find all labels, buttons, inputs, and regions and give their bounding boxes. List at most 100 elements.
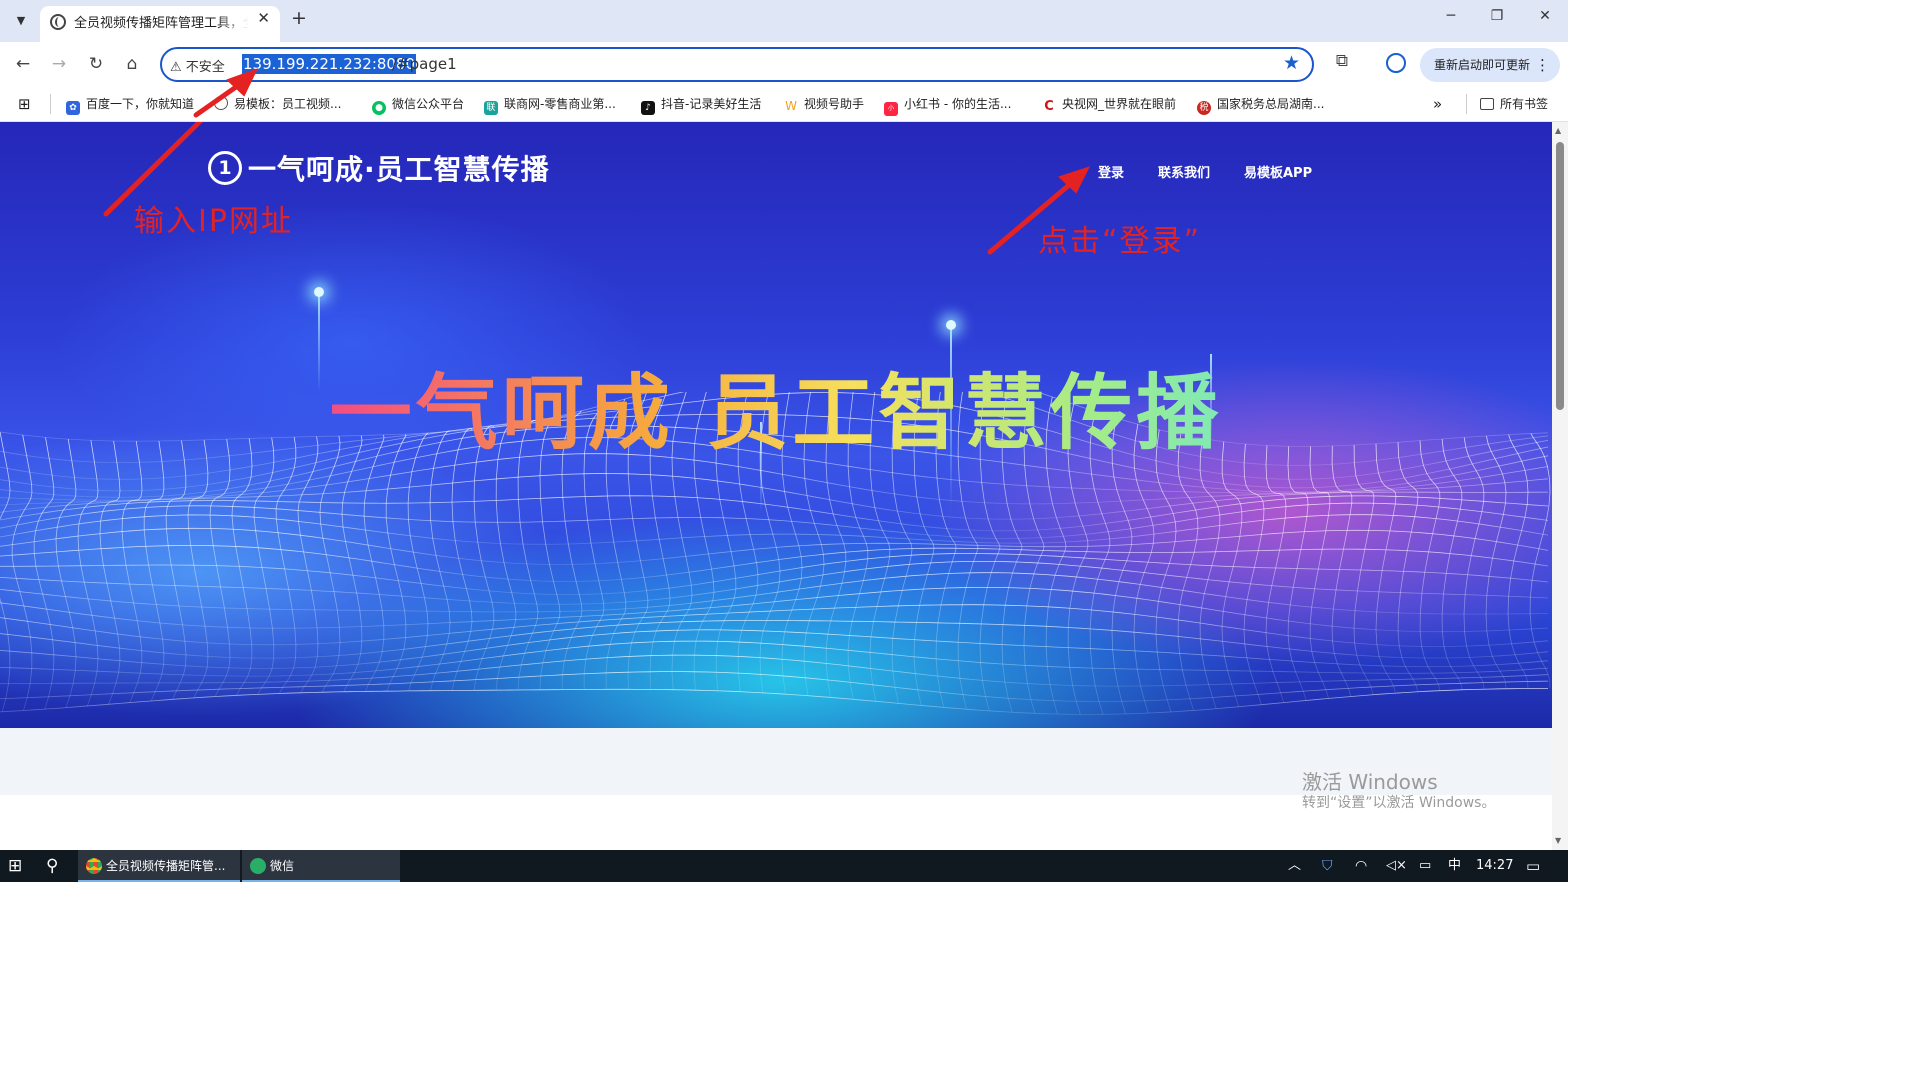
tab-search-chevron-down-icon[interactable]: ▼: [8, 8, 34, 32]
bookmark-item[interactable]: 联联商网-零售商业第...: [484, 94, 616, 115]
mesh-line: [1529, 433, 1551, 689]
bookmark-item[interactable]: ● 微信公众平台: [372, 94, 464, 115]
taskbar-chrome-label: 全员视频传播矩阵管...: [106, 859, 226, 873]
bookmark-item[interactable]: 小小红书 - 你的生活...: [884, 94, 1011, 116]
security-shield-icon[interactable]: ⛉: [1322, 850, 1333, 882]
minimize-button[interactable]: ─: [1436, 8, 1466, 32]
baidu-paw-icon: ✿: [66, 101, 80, 115]
globe-icon: [214, 96, 228, 110]
bookmark-item[interactable]: ♪ 抖音-记录美好生活: [641, 94, 761, 115]
mesh-line: [0, 587, 1549, 633]
browser-toolbar: ← → ↻ ⌂ ⚠ 不安全 139.199.221.232:8080 /#pag…: [0, 42, 1568, 88]
mesh-line: [1287, 446, 1309, 701]
mesh-line: [0, 629, 1549, 669]
annotation-enter-ip: 输入IP网址: [134, 204, 293, 239]
chrome-icon: [86, 858, 102, 874]
taskbar-chrome-app[interactable]: 全员视频传播矩阵管...: [78, 850, 240, 882]
mesh-line: [1463, 437, 1485, 690]
all-bookmarks-folder[interactable]: 所有书签: [1480, 94, 1548, 114]
mesh-line: [1199, 438, 1221, 709]
mesh-line: [1265, 445, 1287, 703]
battery-icon[interactable]: ▭: [1419, 850, 1431, 882]
ime-indicator[interactable]: 中: [1448, 850, 1461, 882]
mesh-line: [1177, 434, 1199, 711]
mesh-line: [0, 431, 11, 712]
mesh-line: [1309, 446, 1331, 699]
mesh-line: [429, 430, 451, 691]
bookmark-item[interactable]: 税国家税务总局湖南...: [1197, 94, 1324, 115]
wechat-icon: ●: [372, 101, 386, 115]
mesh-line: [99, 440, 121, 705]
new-tab-button[interactable]: +: [288, 8, 310, 30]
tax-bureau-icon: 税: [1197, 101, 1211, 115]
mesh-line: [11, 434, 33, 711]
home-icon[interactable]: ⌂: [119, 52, 145, 78]
taskbar-wechat-app[interactable]: 微信: [242, 850, 400, 882]
xiaohongshu-icon: 小: [884, 102, 898, 116]
reload-icon[interactable]: ↻: [83, 52, 109, 78]
mesh-line: [275, 437, 297, 694]
mesh-line: [473, 425, 495, 691]
security-indicator[interactable]: ⚠ 不安全: [170, 56, 225, 75]
extensions-puzzle-icon[interactable]: ⧉: [1330, 51, 1354, 75]
mesh-line: [253, 437, 275, 695]
tray-chevron-up-icon[interactable]: ︿: [1288, 850, 1301, 882]
wechat-icon: [250, 858, 266, 874]
mesh-line: [1221, 441, 1243, 707]
bookmark-item[interactable]: 易模板：员工视频...: [214, 94, 341, 114]
scroll-up-icon[interactable]: ▲: [1555, 126, 1561, 135]
profile-avatar-icon[interactable]: [1386, 53, 1406, 73]
vertical-scrollbar[interactable]: ▲ ▼: [1552, 122, 1568, 850]
mesh-line: [143, 440, 165, 702]
annotation-click-login: 点击“登录”: [1038, 224, 1202, 259]
hero-headline: 一气呵成 员工智慧传播: [0, 346, 1552, 465]
update-relaunch-button[interactable]: 重新启动即可更新 ⋮: [1420, 48, 1560, 82]
windows-taskbar: ⊞ ⚲ 全员视频传播矩阵管... 微信 ︿ ⛉ ◠ ◁× ▭ 中 14:27 ▭: [0, 850, 1568, 882]
wifi-icon[interactable]: ◠: [1355, 850, 1367, 882]
back-arrow-icon[interactable]: ←: [10, 52, 36, 78]
bookmarks-divider: [1466, 94, 1467, 114]
volume-muted-icon[interactable]: ◁×: [1386, 850, 1407, 882]
notification-center-icon[interactable]: ▭: [1526, 850, 1540, 882]
mesh-line: [297, 436, 319, 693]
bookmark-item[interactable]: W 视频号助手: [784, 94, 864, 114]
page-viewport: 1 一气呵成·员工智慧传播 登录 联系我们 易模板APP 一气呵成 员工智慧传播…: [0, 122, 1552, 850]
scrollbar-thumb[interactable]: [1556, 142, 1564, 410]
forward-arrow-icon[interactable]: →: [46, 52, 72, 78]
activation-watermark-subtitle: 转到“设置”以激活 Windows。: [1302, 795, 1496, 811]
channels-icon: W: [784, 99, 798, 113]
apps-grid-icon[interactable]: ⊞: [18, 94, 31, 114]
bookmark-star-icon[interactable]: ★: [1283, 52, 1300, 74]
warning-triangle-icon: ⚠: [170, 60, 182, 75]
tab-close-icon[interactable]: ✕: [257, 9, 270, 27]
tab-active[interactable]: 全员视频传播矩阵管理工具，全 ✕: [40, 6, 280, 42]
globe-icon: [50, 14, 66, 30]
taskbar-wechat-label: 微信: [270, 859, 295, 873]
mesh-line: [55, 439, 77, 708]
mesh-line: [121, 441, 143, 703]
windows-start-icon[interactable]: ⊞: [8, 850, 30, 882]
close-window-button[interactable]: ✕: [1530, 8, 1560, 32]
mesh-line: [0, 654, 1549, 687]
bookmark-item[interactable]: ✿ 百度一下，你就知道: [66, 94, 194, 115]
scroll-down-icon[interactable]: ▼: [1555, 836, 1561, 845]
activation-watermark-title: 激活 Windows: [1302, 770, 1438, 794]
more-bookmarks-chevron-icon[interactable]: »: [1433, 94, 1442, 114]
url-selected-text[interactable]: 139.199.221.232:8080: [242, 54, 417, 74]
security-label: 不安全: [185, 60, 225, 75]
taskbar-clock[interactable]: 14:27: [1476, 850, 1513, 882]
tab-title: 全员视频传播矩阵管理工具，全: [74, 16, 249, 31]
mesh-line: [385, 434, 407, 692]
bookmarks-divider: [50, 94, 51, 114]
mesh-line: [0, 572, 1549, 615]
mesh-line: [0, 604, 1549, 647]
more-menu-icon[interactable]: ⋮: [1535, 48, 1550, 82]
search-icon[interactable]: ⚲: [46, 850, 68, 882]
url-path-text[interactable]: /#page1: [392, 55, 457, 73]
bookmark-item[interactable]: C 央视网_世界就在眼前: [1042, 94, 1176, 114]
linkshop-icon: 联: [484, 101, 498, 115]
cctv-icon: C: [1042, 100, 1056, 114]
restore-button[interactable]: ❐: [1482, 8, 1512, 32]
address-bar[interactable]: ⚠ 不安全 139.199.221.232:8080 /#page1 ★: [160, 47, 1314, 82]
mesh-line: [1331, 445, 1353, 697]
